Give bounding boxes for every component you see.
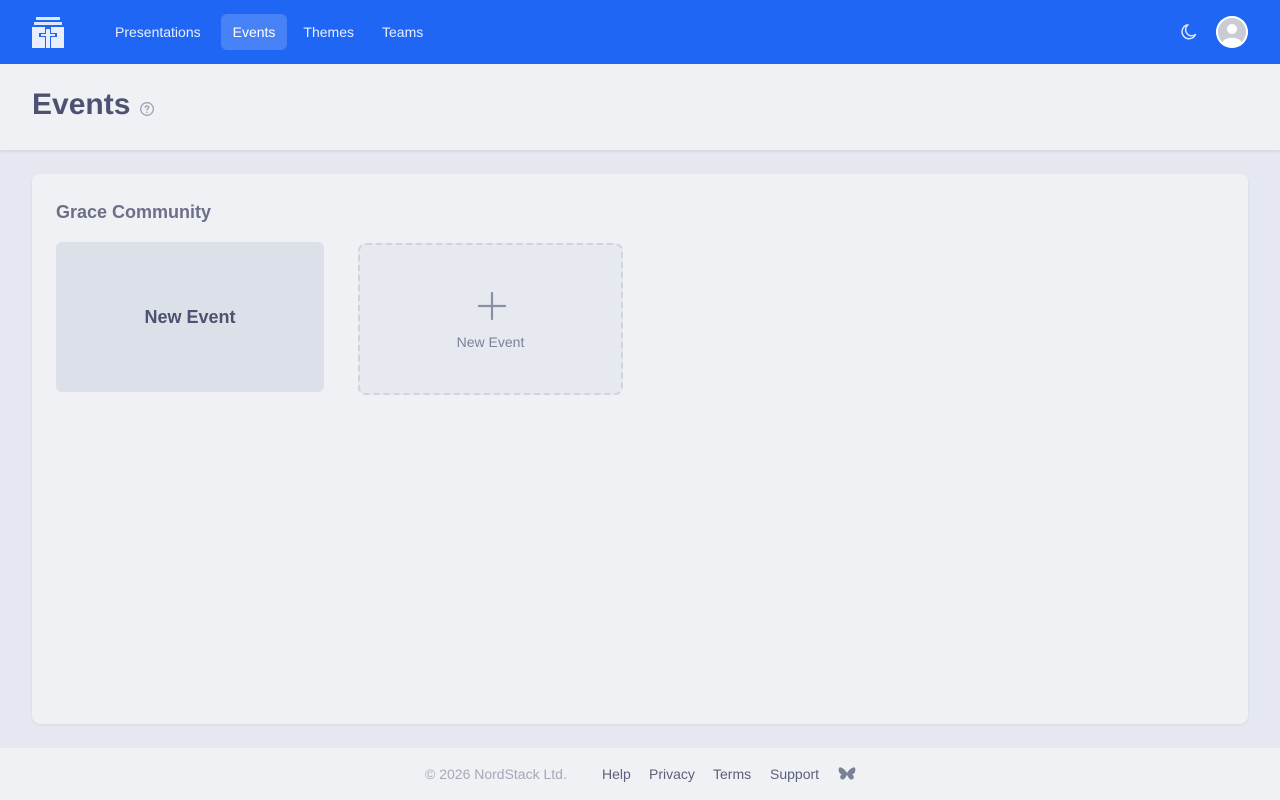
plus-icon <box>477 291 507 321</box>
footer-link-privacy[interactable]: Privacy <box>649 766 695 782</box>
top-nav-bar: Presentations Events Themes Teams <box>0 0 1280 64</box>
footer-link-help[interactable]: Help <box>602 766 631 782</box>
nav-item-events[interactable]: Events <box>220 14 288 50</box>
page-header: Events <box>0 64 1280 151</box>
main-nav: Presentations Events Themes Teams <box>103 14 435 50</box>
new-event-button[interactable]: New Event <box>358 243 623 395</box>
help-circle-icon[interactable] <box>139 101 155 117</box>
moon-icon[interactable] <box>1180 22 1200 42</box>
nav-item-themes[interactable]: Themes <box>291 14 366 50</box>
footer: © 2026 NordStack Ltd. Help Privacy Terms… <box>0 748 1280 800</box>
event-card[interactable]: New Event <box>56 242 324 392</box>
nav-item-presentations[interactable]: Presentations <box>103 14 213 50</box>
logo-icon[interactable] <box>32 16 64 48</box>
copyright: © 2026 NordStack Ltd. <box>425 766 567 782</box>
avatar[interactable] <box>1216 16 1248 48</box>
nav-item-teams[interactable]: Teams <box>370 14 435 50</box>
footer-link-support[interactable]: Support <box>770 766 819 782</box>
page-title: Events <box>32 88 131 121</box>
new-event-label: New Event <box>456 334 525 350</box>
events-panel: Grace Community New Event New Event <box>32 174 1248 724</box>
butterfly-icon[interactable] <box>838 766 856 782</box>
group-title: Grace Community <box>56 202 212 222</box>
event-card-label: New Event <box>144 306 236 327</box>
footer-link-terms[interactable]: Terms <box>713 766 751 782</box>
